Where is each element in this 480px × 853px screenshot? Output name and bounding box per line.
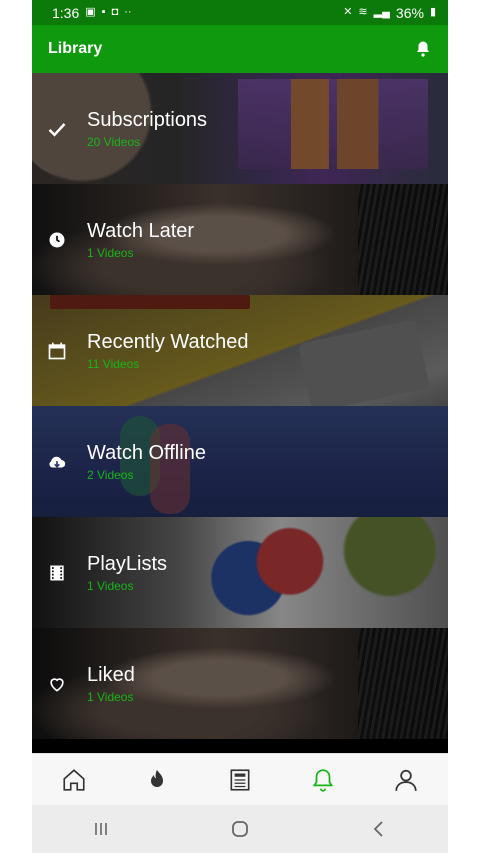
nav-profile-button[interactable]	[386, 760, 426, 800]
nav-home-button[interactable]	[54, 760, 94, 800]
home-icon	[63, 769, 85, 791]
system-home-button[interactable]	[220, 809, 260, 849]
message-icon: ▪	[101, 6, 106, 18]
library-list: Subscriptions 20 Videos Watch Later 1 Vi…	[32, 73, 448, 753]
system-navigation	[32, 805, 448, 853]
library-item-count: 1 Videos	[87, 690, 134, 704]
news-icon	[230, 769, 250, 791]
library-item-count: 1 Videos	[87, 246, 134, 260]
home-circle-icon	[232, 821, 248, 837]
notifications-button[interactable]	[412, 38, 434, 60]
library-item-title: Liked	[87, 664, 135, 686]
library-item-count: 11 Videos	[87, 357, 140, 371]
library-item-title: Recently Watched	[87, 331, 249, 353]
fire-icon	[150, 770, 163, 787]
nav-trending-button[interactable]	[137, 760, 177, 800]
profile-icon	[395, 769, 417, 791]
check-icon	[46, 118, 68, 140]
library-item-count: 1 Videos	[87, 579, 134, 593]
library-item-title: Watch Offline	[87, 442, 206, 464]
clock-icon	[46, 229, 68, 251]
library-item-watch-later[interactable]: Watch Later 1 Videos	[32, 184, 448, 295]
shield-icon: ◘	[111, 6, 119, 18]
more-dots-icon: ··	[124, 6, 132, 18]
library-item-playlists[interactable]: PlayLists 1 Videos	[32, 517, 448, 628]
library-item-title: PlayLists	[87, 553, 168, 575]
library-item-watch-offline[interactable]: Watch Offline 2 Videos	[32, 406, 448, 517]
battery-icon: ▮	[429, 6, 436, 18]
status-right: ✕ ≋ ▂▄ 36% ▮	[343, 5, 436, 21]
back-button[interactable]	[359, 809, 399, 849]
heart-icon	[46, 673, 68, 695]
library-item-recently-watched[interactable]: Recently Watched 11 Videos	[32, 295, 448, 406]
library-item-title: Watch Later	[87, 220, 195, 242]
signal-icon: ▂▄	[373, 6, 390, 18]
recents-icon	[95, 823, 108, 835]
library-item-title: Subscriptions	[87, 109, 208, 131]
library-item-count: 2 Videos	[87, 468, 134, 482]
library-item-subscriptions[interactable]: Subscriptions 20 Videos	[32, 73, 448, 184]
status-time: 1:36	[52, 4, 80, 21]
nav-news-button[interactable]	[220, 760, 260, 800]
status-left: 1:36 ▣ ▪ ◘ ··	[52, 5, 132, 21]
bottom-navigation	[32, 753, 448, 806]
library-item-count: 20 Videos	[87, 135, 141, 149]
film-icon	[46, 562, 68, 584]
library-item-liked[interactable]: Liked 1 Videos	[32, 628, 448, 739]
mute-icon: ✕	[343, 6, 353, 18]
status-bar: 1:36 ▣ ▪ ◘ ·· ✕ ≋ ▂▄ 36% ▮	[32, 0, 448, 25]
page-title: Library	[48, 40, 103, 57]
bell-icon	[417, 41, 429, 57]
cloud-download-icon	[46, 451, 68, 473]
back-icon	[373, 821, 383, 837]
nav-notifications-button[interactable]	[303, 760, 343, 800]
gallery-icon: ▣	[85, 6, 96, 18]
phone-screen: 1:36 ▣ ▪ ◘ ·· ✕ ≋ ▂▄ 36% ▮ Library Subsc…	[32, 0, 448, 853]
calendar-icon	[46, 340, 68, 362]
app-bar: Library	[32, 25, 448, 73]
list-end-spacer	[32, 739, 448, 753]
recents-button[interactable]	[81, 809, 121, 849]
bell-icon	[312, 769, 334, 792]
wifi-icon: ≋	[358, 6, 368, 18]
battery-text: 36%	[395, 4, 424, 21]
